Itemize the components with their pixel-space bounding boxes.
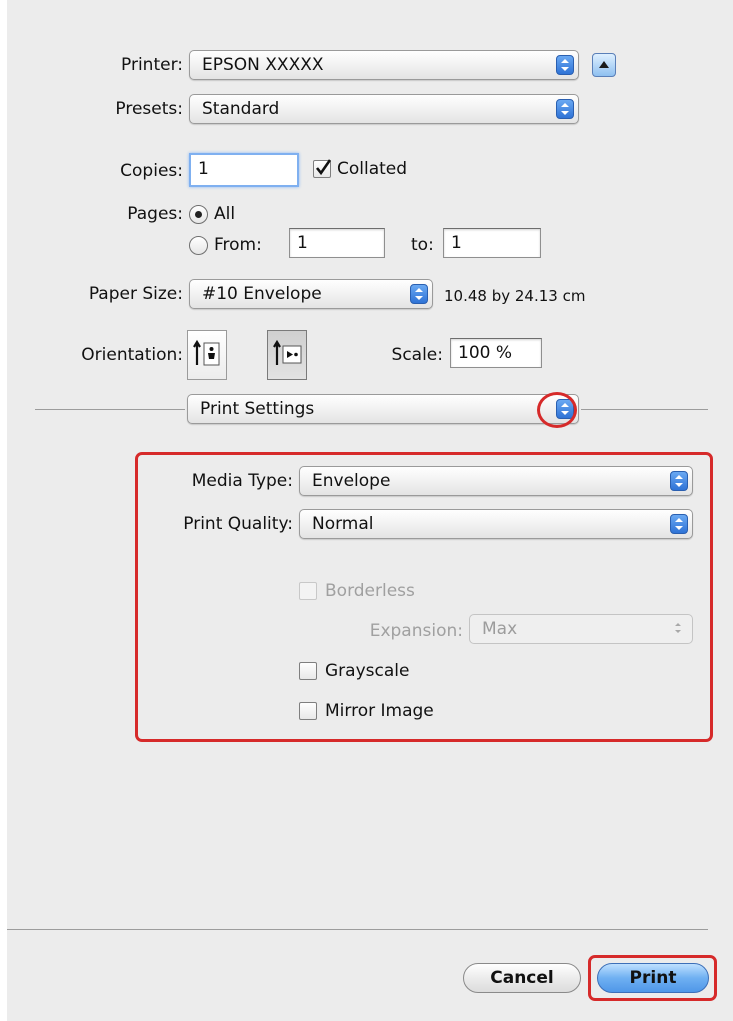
- pages-all-radio[interactable]: [189, 205, 208, 224]
- grayscale-label: Grayscale: [325, 661, 410, 681]
- pages-to-value: 1: [451, 233, 462, 253]
- borderless-label: Borderless: [325, 581, 415, 601]
- portrait-icon: [193, 339, 220, 366]
- borderless-checkbox[interactable]: [299, 582, 317, 600]
- presets-label: Presets:: [115, 99, 183, 119]
- pages-from-value: 1: [297, 233, 308, 253]
- scale-value: 100 %: [458, 343, 513, 363]
- expansion-label: Expansion:: [369, 621, 463, 641]
- scale-field[interactable]: 100 %: [450, 338, 542, 368]
- copies-field[interactable]: 1: [189, 153, 299, 187]
- media-type-value: Envelope: [312, 471, 391, 491]
- highlight-circle: [537, 392, 577, 428]
- footer-separator: [7, 929, 708, 930]
- popup-arrows-icon: [670, 514, 688, 534]
- presets-popup[interactable]: Standard: [189, 94, 579, 124]
- printer-label: Printer:: [121, 55, 183, 75]
- expansion-popup[interactable]: Max: [469, 614, 693, 644]
- collated-checkbox[interactable]: [313, 159, 332, 178]
- print-quality-value: Normal: [312, 514, 374, 534]
- pages-from-field[interactable]: 1: [289, 228, 385, 258]
- highlight-box: [588, 955, 717, 1001]
- pages-all-label: All: [214, 204, 236, 224]
- pages-from-radio[interactable]: [189, 236, 208, 255]
- copies-label: Copies:: [120, 161, 183, 181]
- mirror-image-checkbox[interactable]: [299, 702, 317, 720]
- grayscale-checkbox[interactable]: [299, 662, 317, 680]
- paper-dimensions: 10.48 by 24.13 cm: [444, 287, 586, 305]
- popup-arrows-icon: [556, 55, 574, 75]
- separator: [581, 409, 708, 410]
- orientation-label: Orientation:: [81, 345, 183, 365]
- paper-size-value: #10 Envelope: [202, 284, 322, 304]
- pages-to-field[interactable]: 1: [443, 228, 541, 258]
- presets-value: Standard: [202, 99, 280, 119]
- print-dialog: Printer: EPSON XXXXX Presets: Standard C…: [7, 0, 733, 1021]
- orientation-portrait-button[interactable]: [187, 330, 227, 380]
- panel-popup[interactable]: Print Settings: [187, 394, 579, 424]
- popup-arrows-icon: [556, 99, 574, 119]
- popup-arrows-icon: [670, 471, 688, 491]
- media-type-popup[interactable]: Envelope: [299, 466, 693, 496]
- separator: [35, 409, 185, 410]
- popup-arrows-icon: [410, 284, 428, 304]
- printer-popup[interactable]: EPSON XXXXX: [189, 50, 579, 80]
- pages-to-label: to:: [411, 235, 434, 255]
- cancel-button[interactable]: Cancel: [463, 963, 581, 993]
- panel-value: Print Settings: [200, 399, 315, 419]
- disclosure-icon[interactable]: [592, 53, 616, 77]
- copies-value: 1: [198, 159, 209, 179]
- paper-size-label: Paper Size:: [88, 284, 183, 304]
- pages-from-label: From:: [214, 235, 262, 255]
- print-quality-label: Print Quality:: [183, 514, 293, 534]
- landscape-icon: [273, 339, 302, 365]
- expansion-value: Max: [482, 619, 518, 639]
- printer-value: EPSON XXXXX: [202, 55, 324, 75]
- orientation-landscape-button[interactable]: [267, 330, 307, 380]
- paper-size-popup[interactable]: #10 Envelope: [189, 279, 433, 309]
- media-type-label: Media Type:: [191, 471, 293, 491]
- print-quality-popup[interactable]: Normal: [299, 509, 693, 539]
- pages-label: Pages:: [127, 204, 183, 224]
- collated-label: Collated: [337, 159, 408, 179]
- popup-arrows-icon: [670, 619, 688, 639]
- scale-label: Scale:: [391, 345, 443, 365]
- mirror-image-label: Mirror Image: [325, 701, 434, 721]
